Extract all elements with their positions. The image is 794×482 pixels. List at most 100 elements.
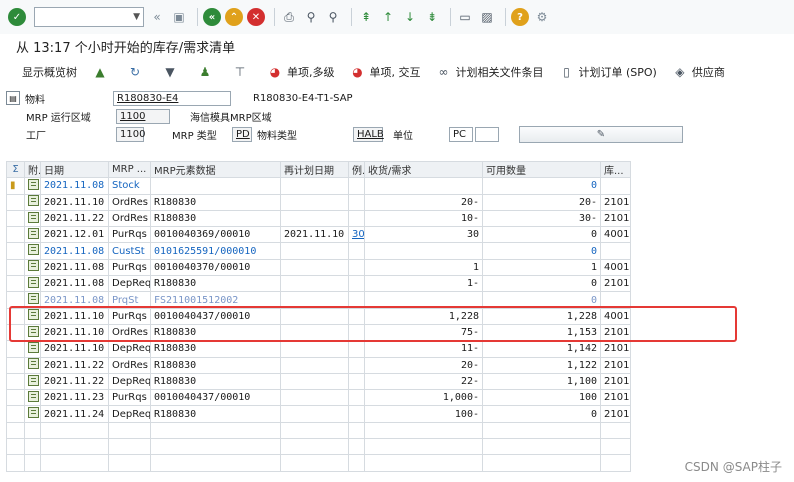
row-selector[interactable]	[6, 421, 25, 440]
refresh-button[interactable]: ↻	[126, 63, 147, 81]
save-icon[interactable]: ▣	[170, 8, 188, 26]
table-row[interactable]: 2021.11.10 PurRqs 0010040437/00010 1,228 1,2…	[6, 307, 631, 325]
table-row[interactable]: 2021.11.08 PrqSt FS211001512002 0	[6, 291, 631, 309]
detail-icon[interactable]	[28, 195, 39, 207]
last-page-icon[interactable]: ⇟	[423, 8, 441, 26]
find-next-icon[interactable]: ⚲	[324, 8, 342, 26]
command-field[interactable]: ▼	[34, 7, 144, 27]
cell-exception[interactable]: 30	[348, 226, 365, 244]
new-session-icon[interactable]: ▭	[456, 8, 474, 26]
table-row[interactable]: ▮ 2021.11.08 Stock 0	[6, 177, 631, 195]
row-selector[interactable]	[6, 356, 25, 374]
unit-extra-field[interactable]	[475, 126, 499, 142]
row-detail-cell[interactable]	[24, 372, 41, 391]
row-selector[interactable]	[6, 275, 25, 293]
table-row[interactable]: 2021.11.24 DepReq R180830 100- 0 2101	[6, 405, 631, 423]
mrp-area-field[interactable]: 1100	[116, 108, 170, 124]
user-settings-button[interactable]: ♟	[196, 63, 217, 81]
row-detail-cell[interactable]	[24, 307, 41, 325]
row-selector[interactable]	[6, 291, 25, 309]
row-detail-cell[interactable]	[24, 405, 41, 423]
row-selector[interactable]	[6, 226, 25, 244]
row-selector[interactable]	[6, 454, 25, 472]
column-storage[interactable]: 库...	[600, 160, 631, 179]
cell-exception[interactable]	[348, 177, 365, 195]
row-detail-cell[interactable]	[24, 454, 41, 472]
pin-button[interactable]: ⊤	[231, 63, 252, 81]
row-detail-cell[interactable]	[24, 275, 41, 293]
back-icon[interactable]: «	[203, 8, 221, 26]
row-selector[interactable]	[6, 340, 25, 358]
detail-icon[interactable]	[28, 178, 39, 190]
previous-page-icon[interactable]: ↑	[379, 8, 397, 26]
table-row[interactable]: 2021.11.08 CustSt 0101625591/000010 0	[6, 242, 631, 260]
cell-exception[interactable]	[348, 291, 365, 309]
row-selector[interactable]	[6, 209, 25, 228]
cell-exception[interactable]	[348, 372, 365, 391]
detail-icon[interactable]	[28, 390, 39, 402]
supplier-button[interactable]: ◈ 供应商	[671, 63, 725, 81]
cell-exception[interactable]	[348, 242, 365, 260]
column-mrp-element[interactable]: MRP ...	[108, 160, 151, 179]
plan-files-button[interactable]: ∞ 计划相关文件条目	[435, 63, 544, 81]
row-detail-cell[interactable]	[24, 389, 41, 407]
row-detail-cell[interactable]	[24, 421, 41, 440]
single-multi-button[interactable]: ◕ 单项,多级	[266, 63, 335, 81]
cell-exception[interactable]	[348, 340, 365, 358]
single-interactive-button[interactable]: ◕ 单项, 交互	[349, 63, 420, 81]
row-detail-cell[interactable]	[24, 291, 41, 309]
row-selector[interactable]	[6, 323, 25, 342]
detail-icon[interactable]	[28, 325, 39, 337]
cell-exception[interactable]	[348, 258, 365, 277]
settings-icon[interactable]: ⚙	[533, 8, 551, 26]
cell-exception[interactable]	[348, 275, 365, 293]
row-selector[interactable]	[6, 307, 25, 325]
detail-icon[interactable]	[28, 374, 39, 386]
cell-exception[interactable]	[348, 209, 365, 228]
cell-exception[interactable]	[348, 389, 365, 407]
column-reschedule-date[interactable]: 再计划日期	[280, 160, 349, 179]
row-selector[interactable]	[6, 372, 25, 391]
table-row[interactable]	[6, 421, 631, 440]
cell-exception[interactable]	[348, 193, 365, 211]
detail-icon[interactable]	[28, 260, 39, 272]
table-row[interactable]: 2021.11.10 DepReq R180830 11- 1,142 2101	[6, 340, 631, 358]
table-row[interactable]: 2021.11.22 DepReq R180830 22- 1,100 2101	[6, 372, 631, 391]
column-date[interactable]: 日期	[40, 160, 109, 179]
first-page-icon[interactable]: ⇞	[357, 8, 375, 26]
detail-icon[interactable]	[28, 276, 39, 288]
row-detail-cell[interactable]	[24, 242, 41, 260]
detail-icon[interactable]	[28, 358, 39, 370]
table-row[interactable]: 2021.12.01 PurRqs 0010040369/00010 2021.11.…	[6, 226, 631, 244]
plant-field[interactable]: 1100	[116, 126, 145, 142]
chart-button[interactable]: ▲	[91, 63, 112, 81]
column-attachment[interactable]: 附.	[24, 160, 41, 179]
row-detail-cell[interactable]	[24, 258, 41, 277]
table-row[interactable]	[6, 454, 631, 472]
shortcut-icon[interactable]: ▨	[478, 8, 496, 26]
row-detail-cell[interactable]	[24, 323, 41, 342]
find-icon[interactable]: ⚲	[302, 8, 320, 26]
row-selector[interactable]	[6, 193, 25, 211]
column-receipt-requirement[interactable]: 收货/需求	[364, 160, 483, 179]
row-detail-cell[interactable]	[24, 226, 41, 244]
table-row[interactable]: 2021.11.08 PurRqs 0010040370/00010 1 1 4001	[6, 258, 631, 277]
detail-icon[interactable]	[28, 293, 39, 305]
back-history-icon[interactable]: «	[148, 8, 166, 26]
column-mrp-element-data[interactable]: MRP元素数据	[150, 160, 281, 179]
column-exception[interactable]: 例.	[348, 160, 365, 179]
row-selector[interactable]	[6, 258, 25, 277]
row-selector[interactable]: ▮	[6, 177, 25, 195]
detail-icon[interactable]	[28, 341, 39, 353]
row-selector[interactable]	[6, 405, 25, 423]
row-selector[interactable]	[6, 438, 25, 456]
table-row[interactable]: 2021.11.10 OrdRes R180830 20- 20- 2101	[6, 193, 631, 211]
detail-icon[interactable]	[28, 309, 39, 321]
detail-icon[interactable]	[28, 211, 39, 223]
cell-exception[interactable]	[348, 405, 365, 423]
table-row[interactable]: 2021.11.23 PurRqs 0010040437/00010 1,000- 10…	[6, 389, 631, 407]
mrp-type-field[interactable]: PD	[232, 126, 252, 142]
exit-icon[interactable]: ⌃	[225, 8, 243, 26]
planned-order-button[interactable]: ▯ 计划订单 (SPO)	[558, 63, 657, 81]
row-selector[interactable]	[6, 242, 25, 260]
